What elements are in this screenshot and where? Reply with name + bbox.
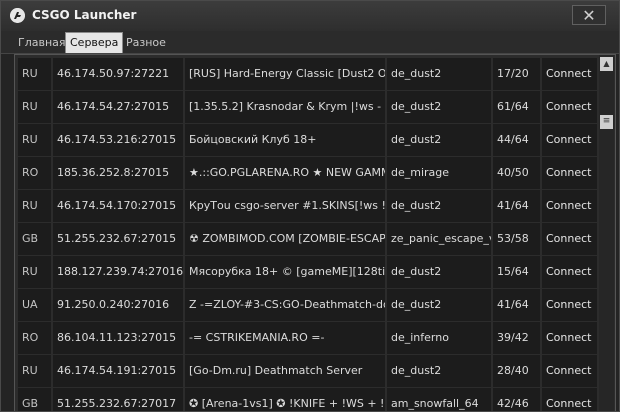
- server-grid: RU 46.174.50.97:27221 [RUS] Hard-Energy Cl…: [18, 58, 597, 411]
- server-players: 40/50: [493, 157, 540, 189]
- close-button[interactable]: ✕: [572, 5, 606, 25]
- window-title: CSGO Launcher: [32, 8, 137, 22]
- server-country: RU: [18, 355, 51, 387]
- server-row[interactable]: GB 51.255.232.67:27017 ✪ [Arena-1vs1] ✪ !K…: [18, 388, 597, 411]
- tab-misc[interactable]: Разное: [122, 34, 170, 52]
- server-address: 188.127.239.74:27016: [53, 256, 183, 288]
- server-row[interactable]: RU 46.174.54.27:27015 [1.35.5.2] Krasnodar…: [18, 91, 597, 124]
- tab-home[interactable]: Главная: [14, 34, 70, 52]
- server-row[interactable]: RO 86.104.11.123:27015 -= CSTRIKEMANIA.RO …: [18, 322, 597, 355]
- server-row[interactable]: RU 188.127.239.74:27016 Мясорубка 18+ © [g…: [18, 256, 597, 289]
- server-name: ★.::GO.PGLARENA.RO ★ NEW GAMMA C: [185, 157, 385, 189]
- server-name: [1.35.5.2] Krasnodar & Krym |!ws - !knif…: [185, 91, 385, 123]
- server-country: RO: [18, 322, 51, 354]
- scroll-thumb[interactable]: ≡: [600, 115, 613, 129]
- server-map: de_dust2: [387, 91, 491, 123]
- server-name: [RUS] Hard-Energy Classic [Dust2 Only]: [185, 58, 385, 90]
- connect-button[interactable]: Connect: [542, 190, 597, 222]
- tab-bar: Главная Сервера Разное: [1, 31, 619, 54]
- server-country: RU: [18, 124, 51, 156]
- tab-servers[interactable]: Сервера: [65, 32, 124, 53]
- scrollbar[interactable]: ▲ ≡: [599, 55, 614, 411]
- server-address: 46.174.50.97:27221: [53, 58, 183, 90]
- server-map: de_dust2: [387, 289, 491, 321]
- server-players: 28/40: [493, 355, 540, 387]
- server-address: 86.104.11.123:27015: [53, 322, 183, 354]
- server-map: de_mirage: [387, 157, 491, 189]
- server-name: Бойцовский Клуб 18+: [185, 124, 385, 156]
- server-country: RU: [18, 58, 51, 90]
- server-map: de_dust2: [387, 355, 491, 387]
- title-bar[interactable]: CSGO Launcher ✕: [1, 1, 619, 31]
- connect-button[interactable]: Connect: [542, 223, 597, 255]
- server-map: de_dust2: [387, 256, 491, 288]
- server-address: 51.255.232.67:27017: [53, 388, 183, 411]
- connect-button[interactable]: Connect: [542, 157, 597, 189]
- server-country: GB: [18, 388, 51, 411]
- server-name: КруТоu csgo-server #1.SKINS[!ws !knife: [185, 190, 385, 222]
- server-row[interactable]: RU 46.174.54.191:27015 [Go-Dm.ru] Deathmat…: [18, 355, 597, 388]
- server-country: RU: [18, 91, 51, 123]
- connect-button[interactable]: Connect: [542, 388, 597, 411]
- csgo-logo-icon: [10, 8, 25, 23]
- server-address: 185.36.252.8:27015: [53, 157, 183, 189]
- server-country: RU: [18, 256, 51, 288]
- server-country: RU: [18, 190, 51, 222]
- server-row[interactable]: RU 46.174.50.97:27221 [RUS] Hard-Energy Cl…: [18, 58, 597, 91]
- connect-button[interactable]: Connect: [542, 91, 597, 123]
- server-address: 46.174.54.170:27015: [53, 190, 183, 222]
- connect-button[interactable]: Connect: [542, 58, 597, 90]
- server-players: 41/64: [493, 289, 540, 321]
- server-players: 61/64: [493, 91, 540, 123]
- server-address: 46.174.53.216:27015: [53, 124, 183, 156]
- server-address: 46.174.54.27:27015: [53, 91, 183, 123]
- server-players: 41/64: [493, 190, 540, 222]
- server-map: de_dust2: [387, 58, 491, 90]
- server-address: 51.255.232.67:27015: [53, 223, 183, 255]
- server-name: -= CSTRIKEMANIA.RO =-: [185, 322, 385, 354]
- server-country: GB: [18, 223, 51, 255]
- connect-button[interactable]: Connect: [542, 256, 597, 288]
- server-row[interactable]: UA 91.250.0.240:27016 Z -=ZLOY-#3-CS:GO-De…: [18, 289, 597, 322]
- server-players: 42/46: [493, 388, 540, 411]
- server-address: 91.250.0.240:27016: [53, 289, 183, 321]
- connect-button[interactable]: Connect: [542, 322, 597, 354]
- server-players: 53/58: [493, 223, 540, 255]
- server-country: RO: [18, 157, 51, 189]
- server-row[interactable]: RU 46.174.54.170:27015 КруТоu csgo-server …: [18, 190, 597, 223]
- server-name: [Go-Dm.ru] Deathmatch Server: [185, 355, 385, 387]
- server-map: de_inferno: [387, 322, 491, 354]
- server-address: 46.174.54.191:27015: [53, 355, 183, 387]
- server-list: RU 46.174.50.97:27221 [RUS] Hard-Energy Cl…: [14, 54, 616, 411]
- server-map: ze_panic_escape_v3: [387, 223, 491, 255]
- server-name: ☢ ZOMBIMOD.COM [ZOMBIE-ESCAPE] ☢: [185, 223, 385, 255]
- server-map: de_dust2: [387, 124, 491, 156]
- server-row[interactable]: RU 46.174.53.216:27015 Бойцовский Клуб 18+…: [18, 124, 597, 157]
- connect-button[interactable]: Connect: [542, 124, 597, 156]
- server-row[interactable]: RO 185.36.252.8:27015 ★.::GO.PGLARENA.RO ★…: [18, 157, 597, 190]
- server-map: de_dust2: [387, 190, 491, 222]
- server-players: 44/64: [493, 124, 540, 156]
- server-players: 17/20: [493, 58, 540, 90]
- connect-button[interactable]: Connect: [542, 289, 597, 321]
- server-country: UA: [18, 289, 51, 321]
- server-players: 15/64: [493, 256, 540, 288]
- server-name: Мясорубка 18+ © [gameME][128tick]: [185, 256, 385, 288]
- server-name: ✪ [Arena-1vs1] ✪ !KNIFE + !WS + !ST: [185, 388, 385, 411]
- server-players: 39/42: [493, 322, 540, 354]
- scroll-up-arrow-icon[interactable]: ▲: [600, 57, 613, 71]
- server-map: am_snowfall_64: [387, 388, 491, 411]
- connect-button[interactable]: Connect: [542, 355, 597, 387]
- server-name: Z -=ZLOY-#3-CS:GO-Deathmatch-dd2-(-: [185, 289, 385, 321]
- launcher-window: CSGO Launcher ✕ Главная Сервера Разное R…: [0, 0, 620, 412]
- server-row[interactable]: GB 51.255.232.67:27015 ☢ ZOMBIMOD.COM [ZOM…: [18, 223, 597, 256]
